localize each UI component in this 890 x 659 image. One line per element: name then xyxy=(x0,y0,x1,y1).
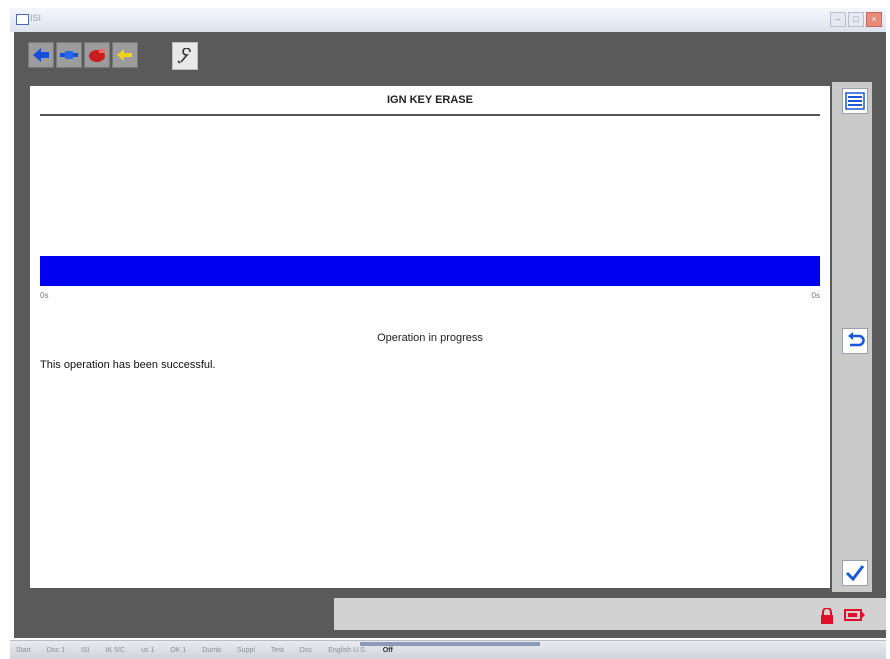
progress-max-label: 0s xyxy=(811,291,820,300)
taskbar-item[interactable]: Start xyxy=(16,647,31,654)
lock-icon xyxy=(821,608,833,624)
list-icon xyxy=(845,92,865,110)
taskbar-item[interactable]: Doc xyxy=(300,647,312,654)
list-button[interactable] xyxy=(842,88,868,114)
taskbar-item[interactable]: English U.S. xyxy=(328,647,367,654)
taskbar-item[interactable]: ISI xyxy=(81,647,90,654)
wrench-icon xyxy=(177,48,191,64)
taskbar-item[interactable]: Suppl xyxy=(237,647,255,654)
app-window-icon xyxy=(16,14,29,25)
back-button[interactable] xyxy=(28,42,54,68)
taskbar-item[interactable]: IK 5/C xyxy=(106,647,125,654)
close-button[interactable]: × xyxy=(866,12,882,27)
top-toolbar xyxy=(28,42,198,70)
taskbar-scroll-indicator xyxy=(360,642,540,646)
taskbar-item[interactable]: Dumb xyxy=(202,647,221,654)
bottom-status-bar xyxy=(334,598,886,630)
operation-status-heading: Operation in progress xyxy=(377,332,483,344)
vehicle-plug-button[interactable] xyxy=(84,42,110,68)
bottom-bar-left xyxy=(14,598,334,630)
yellow-arrow-button[interactable] xyxy=(112,42,138,68)
progress-fill xyxy=(40,256,820,286)
progress-min-label: 0s xyxy=(40,291,49,300)
minimize-button[interactable]: – xyxy=(830,12,846,27)
panel-title: IGN KEY ERASE xyxy=(387,94,473,106)
right-action-rail xyxy=(832,82,872,592)
return-icon xyxy=(848,332,865,347)
app-frame: IGN KEY ERASE 0s 0s Operation in progres… xyxy=(14,32,886,638)
taskbar-item[interactable]: Test xyxy=(271,647,284,654)
tools-button[interactable] xyxy=(172,42,198,70)
main-panel: IGN KEY ERASE 0s 0s Operation in progres… xyxy=(30,86,830,588)
confirm-button[interactable] xyxy=(842,560,868,586)
operation-result-message: This operation has been successful. xyxy=(40,359,216,371)
progress-bar xyxy=(40,256,820,286)
connector-button[interactable] xyxy=(56,42,82,68)
system-taskbar: Start Doc 1 ISI IK 5/C us 1 OK 1 Dumb Su… xyxy=(10,640,886,659)
window-title: ISI xyxy=(30,13,42,23)
taskbar-item[interactable]: Doc 1 xyxy=(47,647,65,654)
maximize-button[interactable]: □ xyxy=(848,12,864,27)
yellow-arrow-icon xyxy=(117,49,132,61)
window-controls: – □ × xyxy=(830,12,882,27)
taskbar-item[interactable]: Off xyxy=(383,647,393,654)
arrow-left-icon xyxy=(33,48,49,62)
checkmark-icon xyxy=(845,565,865,582)
window-titlebar: ISI – □ × xyxy=(10,8,886,32)
return-button[interactable] xyxy=(842,328,868,354)
title-divider xyxy=(40,114,820,116)
taskbar-items: Start Doc 1 ISI IK 5/C us 1 OK 1 Dumb Su… xyxy=(16,647,393,654)
battery-icon xyxy=(844,609,865,621)
vehicle-plug-icon xyxy=(89,49,105,62)
connector-icon xyxy=(60,51,78,59)
taskbar-item[interactable]: OK 1 xyxy=(170,647,186,654)
taskbar-item[interactable]: us 1 xyxy=(141,647,154,654)
